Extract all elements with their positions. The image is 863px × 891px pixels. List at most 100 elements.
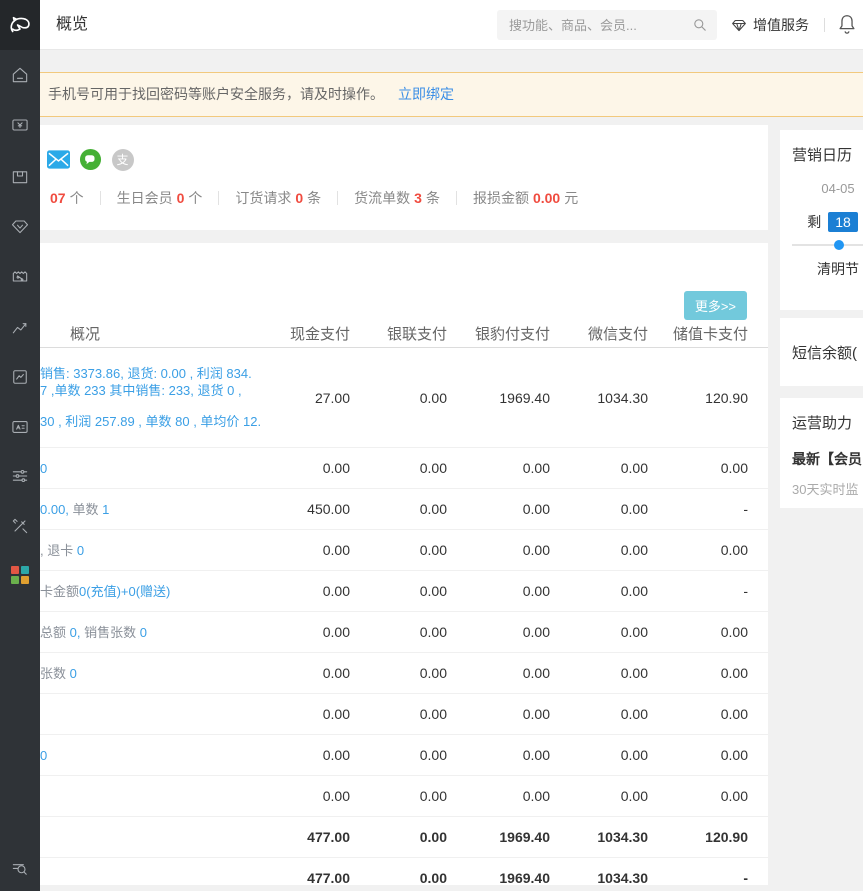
row-label-link[interactable]: 0.00,	[40, 502, 69, 517]
calendar-slider[interactable]	[792, 244, 863, 246]
row-label-link[interactable]: 0	[70, 666, 77, 681]
row-label-link[interactable]: 30 , 利润 257.89 , 单数 80 , 单均价 12.	[40, 414, 261, 429]
cell-value: 0.00	[550, 501, 648, 517]
row-label-link[interactable]: 1	[102, 502, 109, 517]
email-icon[interactable]	[47, 148, 70, 171]
row-label-link[interactable]: 0(充值)+0(赠送)	[79, 584, 170, 599]
cell-value: 0.00	[550, 460, 648, 476]
sidebar-item-staff[interactable]	[0, 407, 40, 447]
table-row: 00.000.000.000.000.00	[40, 448, 768, 489]
value-added-services-button[interactable]: 增值服务	[730, 0, 809, 49]
sidebar-item-menu-search[interactable]	[0, 848, 40, 888]
cell-value: 0.00	[550, 706, 648, 722]
row-label-link[interactable]: 0	[40, 461, 47, 476]
row-label-link[interactable]: 0,	[70, 625, 81, 640]
cell-value: 477.00	[280, 829, 350, 845]
sidebar-item-settings[interactable]	[0, 456, 40, 496]
sidebar-item-membership[interactable]	[0, 206, 40, 246]
design-tools-icon	[10, 516, 30, 536]
row-label-link[interactable]: 销售: 3373.86, 退货: 0.00 , 利润 834.	[40, 366, 252, 381]
payments-table: 概况 现金支付 银联支付 银豹付支付 微信支付 储值卡支付 销售: 3373.8…	[40, 320, 768, 885]
table-row: 销售: 3373.86, 退货: 0.00 , 利润 834. 7 ,单数 233…	[40, 348, 768, 448]
cell-value: 1034.30	[550, 829, 648, 845]
stats-row: 07个生日会员0个订货请求0条货流单数3条报损金额0.00元	[46, 188, 578, 208]
cell-value: 0.00	[550, 747, 648, 763]
stat-unit: 元	[564, 188, 578, 208]
stats-divider	[100, 191, 101, 205]
package-icon	[10, 166, 30, 186]
table-row: 总额 0, 销售张数 00.000.000.000.000.00	[40, 612, 768, 653]
diamond-icon	[10, 216, 30, 236]
sidebar-item-report[interactable]	[0, 357, 40, 397]
notifications-button[interactable]	[836, 12, 858, 41]
vas-diamond-icon	[730, 16, 748, 34]
sidebar-item-home[interactable]	[0, 55, 40, 95]
alipay-icon[interactable]: 支	[111, 148, 134, 171]
more-button[interactable]: 更多>>	[684, 291, 747, 320]
cell-value: 1969.40	[447, 829, 550, 845]
table-body: 销售: 3373.86, 退货: 0.00 , 利润 834. 7 ,单数 233…	[40, 348, 768, 885]
marketing-calendar-card: 营销日历 04-05 剩 18 天 清明节	[780, 130, 863, 310]
table-row: 卡金额0(充值)+0(赠送)0.000.000.000.00-	[40, 571, 768, 612]
cell-value: 1969.40	[447, 870, 550, 885]
vas-label: 增值服务	[753, 15, 809, 35]
sidebar-item-inventory[interactable]	[0, 156, 40, 196]
column-header: 银联支付	[350, 323, 447, 344]
wechat-icon[interactable]	[79, 148, 102, 171]
app-logo[interactable]	[0, 0, 40, 50]
cell-value: 0.00	[447, 788, 550, 804]
cell-value: 27.00	[280, 390, 350, 406]
cell-value: 0.00	[648, 460, 748, 476]
row-label-link[interactable]: 0	[140, 625, 147, 640]
sidebar-item-tools[interactable]	[0, 506, 40, 546]
header-separator	[824, 18, 825, 32]
column-header: 概况	[40, 323, 280, 344]
row-label-text: 总额	[40, 625, 70, 640]
row-label: 0	[40, 460, 280, 477]
remain-prefix: 剩	[807, 212, 821, 232]
global-search	[497, 10, 717, 40]
cell-value: 0.00	[350, 501, 447, 517]
stat-label: 订货请求	[235, 188, 291, 208]
cell-value: 0.00	[648, 706, 748, 722]
search-input[interactable]	[497, 10, 717, 40]
table-header-row: 概况 现金支付 银联支付 银豹付支付 微信支付 储值卡支付	[40, 320, 768, 348]
bind-now-link[interactable]: 立即绑定	[398, 86, 454, 102]
sidebar-item-analytics[interactable]	[0, 307, 40, 347]
operations-title: 运营助力	[780, 398, 863, 433]
cell-value: 0.00	[447, 460, 550, 476]
cell-value: 0.00	[550, 624, 648, 640]
calendar-title: 营销日历	[780, 130, 863, 165]
stat-label: 生日会员	[117, 188, 173, 208]
security-banner: 手机号可用于找回密码等账户安全服务，请及时操作。立即绑定	[40, 72, 863, 117]
cell-value: 450.00	[280, 501, 350, 517]
sidebar-item-app-center[interactable]	[0, 555, 40, 595]
table-row: 477.000.001969.401034.30-	[40, 858, 768, 885]
cell-value: 120.90	[648, 829, 748, 845]
payments-table-card: 更多>> 概况 现金支付 银联支付 银豹付支付 微信支付 储值卡支付 销售: 3…	[40, 243, 768, 885]
row-label-link[interactable]: 0	[77, 543, 84, 558]
sidebar-item-promotion[interactable]	[0, 256, 40, 296]
row-label-link[interactable]: 0	[40, 748, 47, 763]
row-label-link[interactable]: 7 ,单数 233 其中销售: 233, 退货 0 ,	[40, 383, 242, 398]
column-header: 储值卡支付	[648, 323, 748, 344]
stat-unit: 个	[188, 188, 202, 208]
row-label: 0.00, 单数 1	[40, 501, 280, 518]
pospal-logo-icon	[7, 12, 33, 38]
calendar-slider-dot[interactable]	[834, 240, 844, 250]
table-row: 00.000.000.000.000.00	[40, 735, 768, 776]
alipay-glyph: 支	[116, 151, 128, 168]
operations-headline[interactable]: 最新【会员	[792, 449, 863, 469]
search-icon	[692, 17, 708, 33]
sidebar-item-cashier[interactable]	[0, 105, 40, 145]
row-label-text: , 退卡	[40, 543, 77, 558]
cell-value: 0.00	[280, 747, 350, 763]
app-center-icon	[11, 566, 29, 584]
table-row: 张数 00.000.000.000.000.00	[40, 653, 768, 694]
cell-value: 0.00	[350, 460, 447, 476]
cell-value: 0.00	[350, 542, 447, 558]
stat-value: 3	[414, 190, 422, 206]
stat-value: 07	[50, 190, 66, 206]
home-icon	[10, 65, 30, 85]
page-title: 概览	[56, 0, 88, 49]
